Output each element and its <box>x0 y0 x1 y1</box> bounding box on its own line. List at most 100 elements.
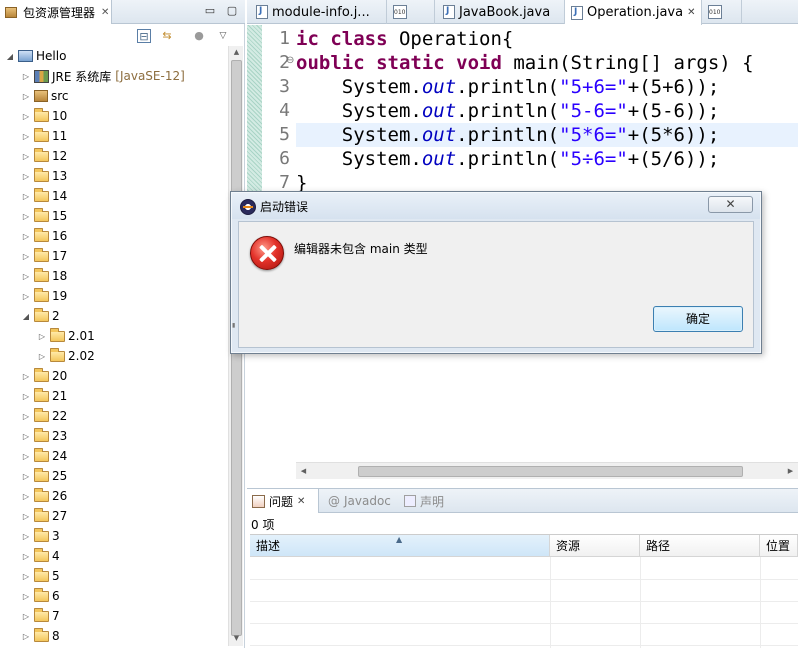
collapsed-arrow-icon[interactable]: ▷ <box>20 192 32 201</box>
editor-tab[interactable]: JavaBook.java <box>437 0 565 24</box>
collapsed-arrow-icon[interactable]: ▷ <box>20 552 32 561</box>
ok-button[interactable]: 确定 <box>653 306 743 332</box>
editor-scrollbar[interactable]: ◀ ▶ <box>296 462 798 479</box>
collapsed-arrow-icon[interactable]: ▷ <box>36 352 48 361</box>
tree-item-label: 2.01 <box>68 329 95 343</box>
column-header-path[interactable]: 路径 <box>640 535 760 557</box>
tree-item[interactable]: ▷ 16 <box>20 226 67 246</box>
tab-javadoc[interactable]: @ Javadoc <box>323 489 391 513</box>
scroll-up-icon[interactable]: ▲ <box>229 48 244 56</box>
collapsed-arrow-icon[interactable]: ▷ <box>20 272 32 281</box>
close-icon[interactable]: ✕ <box>687 7 695 18</box>
tree-item[interactable]: ▷ 4 <box>20 546 60 566</box>
expanded-arrow-icon[interactable]: ◢ <box>20 312 32 321</box>
tree-item[interactable]: ▷ 7 <box>20 606 60 626</box>
tree-item[interactable]: ▷ src <box>20 86 69 106</box>
collapsed-arrow-icon[interactable]: ▷ <box>20 92 32 101</box>
code-line[interactable]: System.out.println("5+6="+(5+6)); <box>296 75 798 99</box>
collapsed-arrow-icon[interactable]: ▷ <box>20 172 32 181</box>
link-with-editor-icon[interactable]: ⇆ <box>160 29 174 43</box>
scroll-left-icon[interactable]: ◀ <box>296 467 311 475</box>
collapsed-arrow-icon[interactable]: ▷ <box>20 392 32 401</box>
tree-item[interactable]: ▷ 19 <box>20 286 67 306</box>
collapsed-arrow-icon[interactable]: ▷ <box>20 372 32 381</box>
close-icon[interactable]: ✕ <box>297 496 305 507</box>
collapsed-arrow-icon[interactable]: ▷ <box>20 452 32 461</box>
maximize-icon[interactable]: ▢ <box>224 4 240 18</box>
code-line[interactable]: System.out.println("5-6="+(5-6)); <box>296 99 798 123</box>
collapsed-arrow-icon[interactable]: ▷ <box>20 612 32 621</box>
focus-icon[interactable]: ● <box>192 29 206 43</box>
collapsed-arrow-icon[interactable]: ▷ <box>20 152 32 161</box>
tree-item[interactable]: ▷ 22 <box>20 406 67 426</box>
tree-item[interactable]: ▷ 6 <box>20 586 60 606</box>
fold-icon[interactable]: ⊖ <box>286 55 294 66</box>
tree-item[interactable]: ▷ 12 <box>20 146 67 166</box>
tree-item[interactable]: ▷ 26 <box>20 486 67 506</box>
tree-item[interactable]: ▷ 27 <box>20 506 67 526</box>
code-line[interactable]: System.out.println("5*6="+(5*6)); <box>296 123 798 147</box>
tree-item[interactable]: ▷ 2.02 <box>36 346 95 366</box>
collapsed-arrow-icon[interactable]: ▷ <box>20 492 32 501</box>
editor-tab[interactable] <box>387 0 435 24</box>
column-header-resource[interactable]: 资源 <box>550 535 640 557</box>
close-icon[interactable]: ✕ <box>101 7 109 18</box>
collapsed-arrow-icon[interactable]: ▷ <box>20 632 32 641</box>
tree-item[interactable]: ▷ 18 <box>20 266 67 286</box>
collapsed-arrow-icon[interactable]: ▷ <box>20 132 32 141</box>
tab-problems[interactable]: 问题 ✕ <box>247 489 319 513</box>
dialog-titlebar[interactable]: 启动错误 ✕ <box>232 193 760 219</box>
tree-item[interactable]: ▷ 25 <box>20 466 67 486</box>
tree-item[interactable]: ▷ 24 <box>20 446 67 466</box>
tree-item[interactable]: ▷ 21 <box>20 386 67 406</box>
tab-declaration[interactable]: 声明 <box>399 489 444 513</box>
tree-item[interactable]: ▷ 13 <box>20 166 67 186</box>
editor-tab[interactable]: Operation.java✕ <box>565 0 702 25</box>
tree-item[interactable]: ◢ Hello <box>4 46 67 66</box>
tree-item[interactable]: ▷ 15 <box>20 206 67 226</box>
collapsed-arrow-icon[interactable]: ▷ <box>20 592 32 601</box>
close-button[interactable]: ✕ <box>708 196 753 213</box>
collapsed-arrow-icon[interactable]: ▷ <box>20 292 32 301</box>
expanded-arrow-icon[interactable]: ◢ <box>4 52 16 61</box>
editor-tab[interactable] <box>702 0 742 24</box>
tree-item[interactable]: ▷ 8 <box>20 626 60 646</box>
collapsed-arrow-icon[interactable]: ▷ <box>20 72 32 81</box>
tree-item[interactable]: ▷ 10 <box>20 106 67 126</box>
column-header-description[interactable]: 描述 ▲ <box>250 535 550 557</box>
tree-item[interactable]: ▷ 20 <box>20 366 67 386</box>
collapsed-arrow-icon[interactable]: ▷ <box>36 332 48 341</box>
collapse-all-icon[interactable]: ⊟ <box>137 29 151 43</box>
collapsed-arrow-icon[interactable]: ▷ <box>20 472 32 481</box>
tree-item[interactable]: ▷ 23 <box>20 426 67 446</box>
collapsed-arrow-icon[interactable]: ▷ <box>20 432 32 441</box>
tree-item[interactable]: ▷ 2.01 <box>36 326 95 346</box>
view-menu-icon[interactable]: ▽ <box>216 29 230 43</box>
editor-tab[interactable]: module-info.j... <box>250 0 387 24</box>
scroll-down-icon[interactable]: ▼ <box>229 634 244 642</box>
minimize-icon[interactable]: ▭ <box>202 4 218 18</box>
tree-item[interactable]: ▷ 14 <box>20 186 67 206</box>
collapsed-arrow-icon[interactable]: ▷ <box>20 232 32 241</box>
tree-item[interactable]: ▷ JRE 系统库 [JavaSE-12] <box>20 66 185 86</box>
code-line[interactable]: ic class Operation{ <box>296 27 798 51</box>
collapsed-arrow-icon[interactable]: ▷ <box>20 252 32 261</box>
tree-item[interactable]: ◢ 2 <box>20 306 60 326</box>
code-token: System. <box>296 100 422 122</box>
collapsed-arrow-icon[interactable]: ▷ <box>20 572 32 581</box>
tab-package-explorer[interactable]: 包资源管理器 ✕ <box>0 0 112 24</box>
tree-item[interactable]: ▷ 17 <box>20 246 67 266</box>
tree-item[interactable]: ▷ 5 <box>20 566 60 586</box>
code-line[interactable]: System.out.println("5÷6="+(5/6)); <box>296 147 798 171</box>
collapsed-arrow-icon[interactable]: ▷ <box>20 212 32 221</box>
collapsed-arrow-icon[interactable]: ▷ <box>20 532 32 541</box>
tree-item[interactable]: ▷ 3 <box>20 526 60 546</box>
code-line[interactable]: oublic static void main(String[] args) { <box>296 51 798 75</box>
collapsed-arrow-icon[interactable]: ▷ <box>20 412 32 421</box>
collapsed-arrow-icon[interactable]: ▷ <box>20 112 32 121</box>
collapsed-arrow-icon[interactable]: ▷ <box>20 512 32 521</box>
tree-item[interactable]: ▷ 11 <box>20 126 67 146</box>
scroll-right-icon[interactable]: ▶ <box>783 467 798 475</box>
scrollbar-thumb[interactable] <box>358 466 743 477</box>
column-header-location[interactable]: 位置 <box>760 535 798 557</box>
